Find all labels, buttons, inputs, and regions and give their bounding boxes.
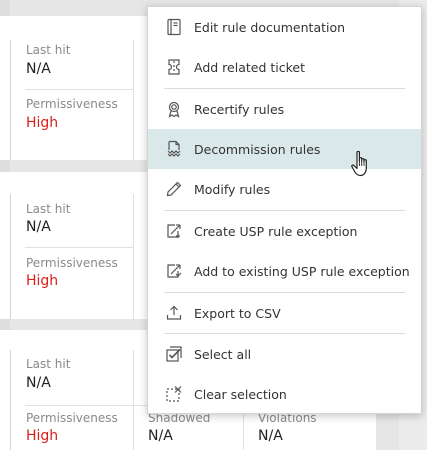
menu-item-label: Add to existing USP rule exception bbox=[194, 263, 410, 279]
menu-item-create-usp-rule-exception[interactable]: Create USP rule exception bbox=[148, 211, 421, 251]
menu-item-clear-selection[interactable]: Clear selection bbox=[148, 374, 421, 414]
menu-item-label: Edit rule documentation bbox=[194, 19, 346, 35]
card-divider bbox=[10, 40, 11, 160]
menu-item-add-to-existing-usp-rule-exception[interactable]: Add to existing USP rule exception bbox=[148, 251, 421, 291]
rule-actions-menu: Edit rule documentation Add related tick… bbox=[147, 6, 422, 414]
card-divider bbox=[10, 350, 11, 450]
menu-item-label: Recertify rules bbox=[194, 101, 285, 117]
add-exception-icon bbox=[164, 261, 184, 281]
menu-item-label: Create USP rule exception bbox=[194, 223, 358, 239]
menu-item-modify-rules[interactable]: Modify rules bbox=[148, 169, 421, 209]
permissiveness-value: High bbox=[26, 115, 59, 131]
document-icon bbox=[164, 17, 184, 37]
permissiveness-value: High bbox=[26, 273, 59, 289]
menu-item-select-all[interactable]: Select all bbox=[148, 334, 421, 374]
permissiveness-value: High bbox=[26, 428, 59, 444]
card-divider bbox=[10, 194, 11, 319]
menu-item-label: Clear selection bbox=[194, 386, 287, 402]
violations-value: N/A bbox=[258, 428, 283, 444]
last-hit-label: Last hit bbox=[26, 202, 71, 216]
ribbon-icon bbox=[164, 99, 184, 119]
hand-cursor-icon bbox=[351, 150, 367, 177]
last-hit-label: Last hit bbox=[26, 43, 71, 57]
menu-item-add-related-ticket[interactable]: Add related ticket bbox=[148, 47, 421, 87]
menu-item-label: Modify rules bbox=[194, 181, 271, 197]
menu-item-label: Select all bbox=[194, 346, 252, 362]
card-divider bbox=[25, 247, 133, 248]
last-hit-value: N/A bbox=[26, 219, 51, 235]
card-divider bbox=[133, 40, 134, 160]
menu-item-edit-rule-documentation[interactable]: Edit rule documentation bbox=[148, 7, 421, 47]
permissiveness-label: Permissiveness bbox=[26, 411, 118, 425]
card-divider bbox=[25, 89, 133, 90]
pencil-icon bbox=[164, 179, 184, 199]
decommission-document-icon bbox=[164, 139, 184, 159]
menu-item-decommission-rules[interactable]: Decommission rules bbox=[148, 129, 421, 169]
permissiveness-label: Permissiveness bbox=[26, 97, 118, 111]
card-divider bbox=[133, 350, 134, 450]
menu-item-label: Add related ticket bbox=[194, 59, 305, 75]
card-divider bbox=[133, 194, 134, 319]
last-hit-value: N/A bbox=[26, 61, 51, 77]
create-exception-icon bbox=[164, 221, 184, 241]
export-icon bbox=[164, 303, 184, 323]
permissiveness-label: Permissiveness bbox=[26, 256, 118, 270]
select-all-icon bbox=[164, 344, 184, 364]
menu-item-label: Export to CSV bbox=[194, 305, 281, 321]
clear-selection-icon bbox=[164, 384, 184, 404]
last-hit-label: Last hit bbox=[26, 357, 71, 371]
last-hit-value: N/A bbox=[26, 375, 51, 391]
menu-item-export-to-csv[interactable]: Export to CSV bbox=[148, 293, 421, 333]
menu-item-label: Decommission rules bbox=[194, 141, 321, 157]
menu-item-recertify-rules[interactable]: Recertify rules bbox=[148, 89, 421, 129]
ticket-icon bbox=[164, 57, 184, 77]
shadowed-value: N/A bbox=[148, 428, 173, 444]
